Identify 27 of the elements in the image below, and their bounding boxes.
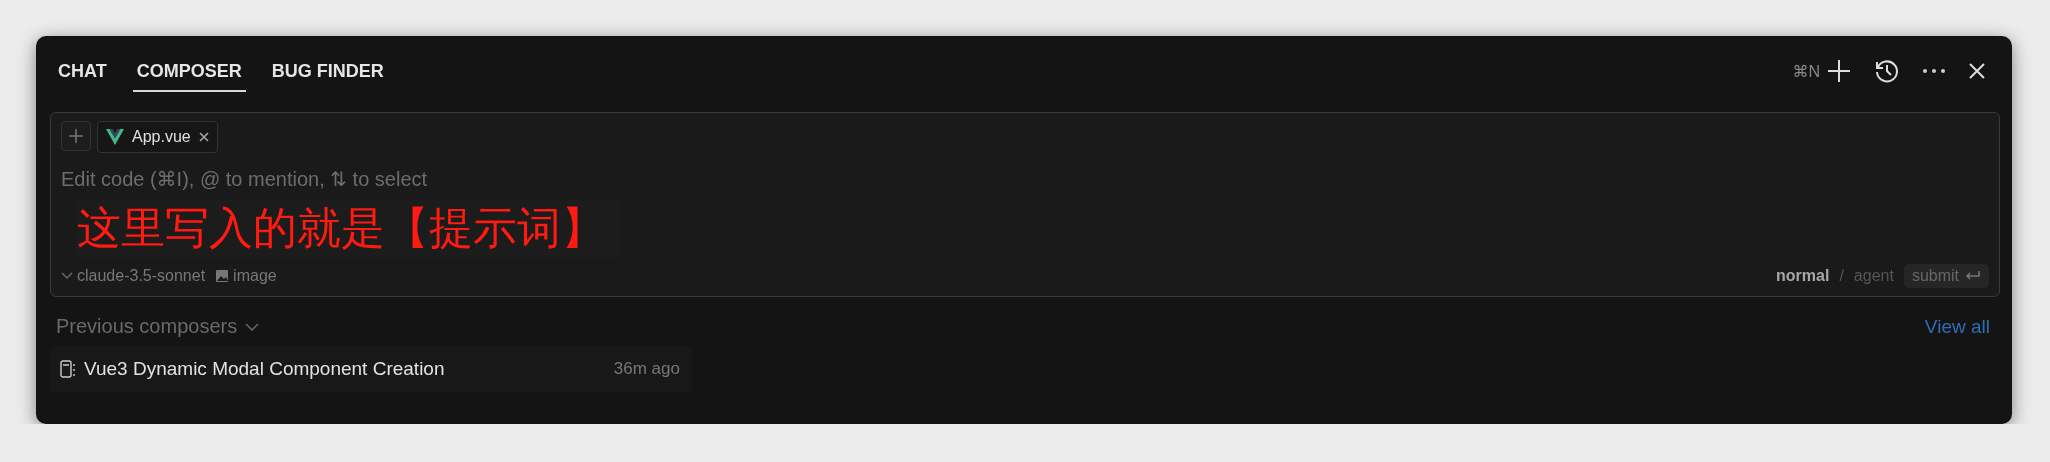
image-icon <box>215 269 230 283</box>
document-icon <box>60 360 76 378</box>
composer-title: Vue3 Dynamic Modal Component Creation <box>84 358 446 380</box>
history-icon[interactable] <box>1874 58 1900 84</box>
shortcut-hint: ⌘N <box>1792 61 1820 81</box>
input-placeholder: Edit code (⌘I), @ to mention, ⇅ to select <box>61 167 428 191</box>
composer-input[interactable]: App.vue Edit code (⌘I), @ to mention, ⇅ to select 这里写入的就是【提示词】 claude-3.5-sonnet image normal / agent submit <box>50 112 2000 297</box>
plus-icon <box>68 128 84 144</box>
mode-option[interactable]: normal <box>1776 267 1830 285</box>
enter-icon <box>1965 270 1981 282</box>
chevron-down-icon <box>245 322 260 331</box>
vue-logo-icon <box>106 129 124 145</box>
tab[interactable]: COMPOSER <box>132 50 246 92</box>
tab[interactable]: CHAT <box>54 50 111 92</box>
mode-separator: / <box>1839 267 1844 285</box>
more-icon[interactable] <box>1922 68 1946 74</box>
composer-history-item[interactable]: Vue3 Dynamic Modal Component Creation 36m ago <box>50 346 692 392</box>
model-selector[interactable]: claude-3.5-sonnet <box>61 267 206 285</box>
file-chip[interactable]: App.vue <box>97 121 218 153</box>
image-button[interactable]: image <box>215 267 277 285</box>
plus-icon[interactable] <box>1826 58 1852 84</box>
add-context-button[interactable] <box>61 121 91 151</box>
file-name: App.vue <box>132 128 191 146</box>
chevron-down-icon <box>61 272 73 280</box>
close-icon[interactable] <box>198 132 209 142</box>
timestamp: 36m ago <box>613 359 680 379</box>
tab[interactable]: BUG FINDER <box>267 50 388 92</box>
